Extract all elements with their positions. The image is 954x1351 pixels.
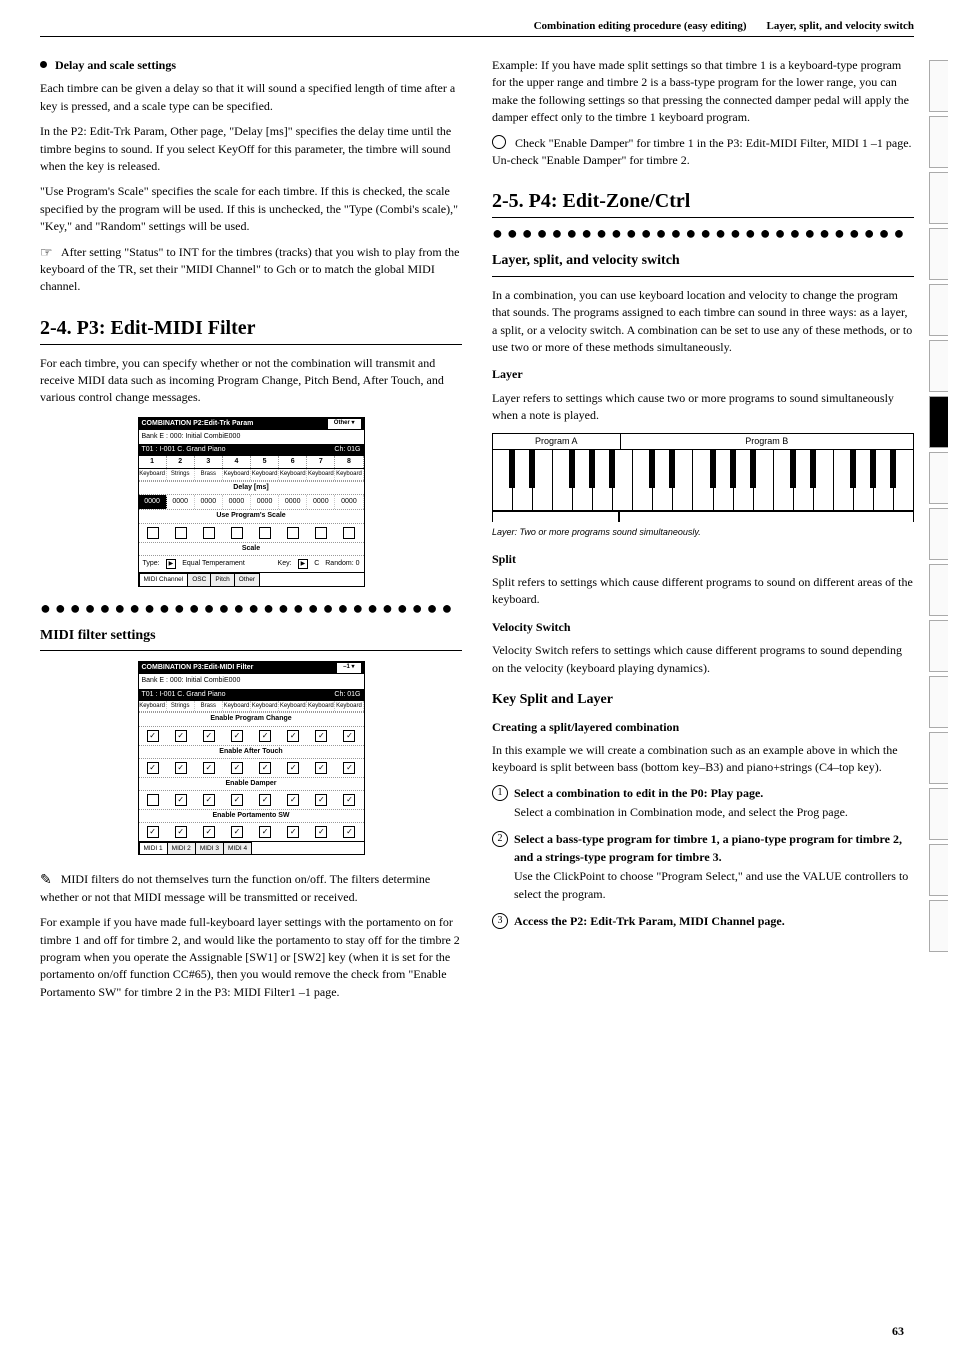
scr-play-icon: ▶ <box>298 559 309 570</box>
hand-note: ☞ After setting "Status" to INT for the … <box>40 244 462 296</box>
scr-scale-row: Type: ▶ Equal Temperament Key: ▶ C Rando… <box>139 556 364 573</box>
scr-delay-label: Delay [ms] <box>139 481 364 495</box>
subsubheading-layer: Layer <box>492 366 914 383</box>
scr-ups-checks <box>139 524 364 542</box>
step-sub: Select a combination in Combination mode… <box>514 804 914 821</box>
scr-title-text: COMBINATION P3:Edit-MIDI Filter <box>142 663 254 673</box>
hand-icon: ☞ <box>40 246 53 261</box>
kb-label-a: Program A <box>492 433 621 450</box>
step-2: 2 Select a bass-type program for timbre … <box>492 831 914 903</box>
hand-note-text: After setting "Status" to INT for the ti… <box>40 245 459 294</box>
right-column: Example: If you have made split settings… <box>492 57 914 1009</box>
heading-num: 2-5 <box>492 190 519 212</box>
para: In the P2: Edit-Trk Param, Other page, "… <box>40 123 462 175</box>
subheading-rule <box>40 650 462 651</box>
kb-label-b: Program B <box>620 433 914 450</box>
scr-check-row: ✓✓✓✓✓✓✓ <box>139 791 364 809</box>
heading-title: P4: Edit-Zone/Ctrl <box>529 190 691 212</box>
scr-prog-row: Keyboard Strings Brass Keyboard Keyboard… <box>139 469 364 481</box>
step-title: Select a combination to edit in the P0: … <box>514 785 914 802</box>
bullet-delay-scale: Delay and scale settings <box>40 57 462 74</box>
heading-num: 2-4 <box>40 317 67 339</box>
circle-step-text: Check "Enable Damper" for timbre 1 in th… <box>492 136 912 167</box>
heading-p4: 2-5. P4: Edit-Zone/Ctrl <box>492 189 914 213</box>
scr-bank: Bank E : 000: Initial CombiE000 <box>139 674 364 688</box>
step-title: Select a bass-type program for timbre 1,… <box>514 831 914 866</box>
para: Velocity Switch refers to settings which… <box>492 642 914 677</box>
scr-scale-label: Scale <box>139 542 364 556</box>
subheading-keysplit: Key Split and Layer <box>492 691 914 709</box>
scr-check-row: ✓✓✓✓✓✓✓✓ <box>139 759 364 777</box>
example-title: Creating a split/layered combination <box>492 719 914 736</box>
heading-p3: 2-4. P3: Edit-MIDI Filter <box>40 316 462 340</box>
scr-header-row: T01 : I-001 C. Grand Piano Ch: 01G <box>139 689 364 701</box>
para: Each timbre can be given a delay so that… <box>40 80 462 115</box>
step-number-icon: 1 <box>492 785 508 801</box>
page-header: Combination editing procedure (easy edit… <box>40 20 914 32</box>
para: For each timbre, you can specify whether… <box>40 355 462 407</box>
scr-bottom-tabs: MIDI 1 MIDI 2 MIDI 3 MIDI 4 <box>139 841 364 854</box>
scr-check-row: ✓✓✓✓✓✓✓✓ <box>139 727 364 745</box>
scr-row-label: Enable After Touch <box>139 745 364 759</box>
step-1: 1 Select a combination to edit in the P0… <box>492 785 914 822</box>
scr-row-label: Enable Damper <box>139 777 364 791</box>
circle-step: Check "Enable Damper" for timbre 1 in th… <box>492 135 914 170</box>
dot-divider: ●●●●●●●●●●●●●●●●●●●●●●●●●●●● <box>40 603 462 613</box>
subsubheading-split: Split <box>492 551 914 568</box>
header-rule <box>40 36 914 37</box>
para: Split refers to settings which cause dif… <box>492 574 914 609</box>
pencil-note-text: MIDI filters do not themselves turn the … <box>40 872 430 903</box>
side-tab-active <box>929 396 948 448</box>
screenshot-edit-trk-param: COMBINATION P2:Edit-Trk Param Other ▾ Ba… <box>138 417 365 587</box>
subheading-rule <box>492 276 914 277</box>
step-number-icon: 3 <box>492 913 508 929</box>
scr-row-label: Enable Program Change <box>139 712 364 726</box>
para: In a combination, you can use keyboard l… <box>492 287 914 357</box>
kb-caption: Layer: Two or more programs sound simult… <box>492 526 914 539</box>
kb-range-brackets <box>492 511 914 522</box>
scr-header-row: T01 : I-001 C. Grand Piano Ch: 01G <box>139 444 364 456</box>
heading-rule <box>40 344 462 345</box>
screenshot-edit-midi-filter: COMBINATION P3:Edit-MIDI Filter –1 ▾ Ban… <box>138 661 365 855</box>
scr-prog-row: Keyboard Strings Brass Keyboard Keyboard… <box>139 701 364 713</box>
header-left: Combination editing procedure (easy edit… <box>534 20 747 32</box>
step-sub: Use the ClickPoint to choose "Program Se… <box>514 868 914 903</box>
left-column: Delay and scale settings Each timbre can… <box>40 57 462 1009</box>
step-title: Access the P2: Edit-Trk Param, MIDI Chan… <box>514 913 914 930</box>
heading-rule <box>492 217 914 218</box>
pencil-note: ✎ MIDI filters do not themselves turn th… <box>40 871 462 906</box>
side-tab-strip <box>929 60 948 952</box>
keyboard-keys <box>492 450 914 511</box>
heading-title: P3: Edit-MIDI Filter <box>77 317 256 339</box>
subheading: Layer, split, and velocity switch <box>492 252 914 270</box>
para: For example if you have made full-keyboa… <box>40 914 462 1001</box>
subheading: MIDI filter settings <box>40 627 462 645</box>
scr-menu-btn: –1 ▾ <box>337 663 360 673</box>
bullet-label: Delay and scale settings <box>55 57 176 74</box>
scr-ups-label: Use Program's Scale <box>139 509 364 523</box>
scr-row-label: Enable Portamento SW <box>139 809 364 823</box>
header-right: Layer, split, and velocity switch <box>767 20 915 32</box>
page-number: 63 <box>892 1324 904 1339</box>
para: Layer refers to settings which cause two… <box>492 390 914 425</box>
scr-check-row: ✓✓✓✓✓✓✓✓ <box>139 823 364 841</box>
scr-track-index: 12345678 <box>139 456 364 469</box>
subsubheading-velsw: Velocity Switch <box>492 619 914 636</box>
scr-delay-values: 0000 0000 0000 0000 0000 0000 0000 0000 <box>139 495 364 509</box>
step-number-icon: 2 <box>492 831 508 847</box>
bullet-icon <box>40 61 47 68</box>
para: "Use Program's Scale" specifies the scal… <box>40 183 462 235</box>
scr-bottom-tabs: MIDI Channel OSC Pitch Other <box>139 572 364 585</box>
dot-divider: ●●●●●●●●●●●●●●●●●●●●●●●●●●●● <box>492 228 914 238</box>
scr-play-icon: ▶ <box>166 559 177 570</box>
para: Example: If you have made split settings… <box>492 57 914 127</box>
pencil-icon: ✎ <box>40 873 52 888</box>
step-3: 3 Access the P2: Edit-Trk Param, MIDI Ch… <box>492 913 914 930</box>
circle-mark-icon <box>492 135 506 149</box>
scr-bank: Bank E : 000: Initial CombiE000 <box>139 430 364 444</box>
para: In this example we will create a combina… <box>492 742 914 777</box>
scr-title-text: COMBINATION P2:Edit-Trk Param <box>142 419 254 429</box>
keyboard-diagram: Program A Program B <box>492 433 914 539</box>
scr-menu-btn: Other ▾ <box>328 419 361 429</box>
